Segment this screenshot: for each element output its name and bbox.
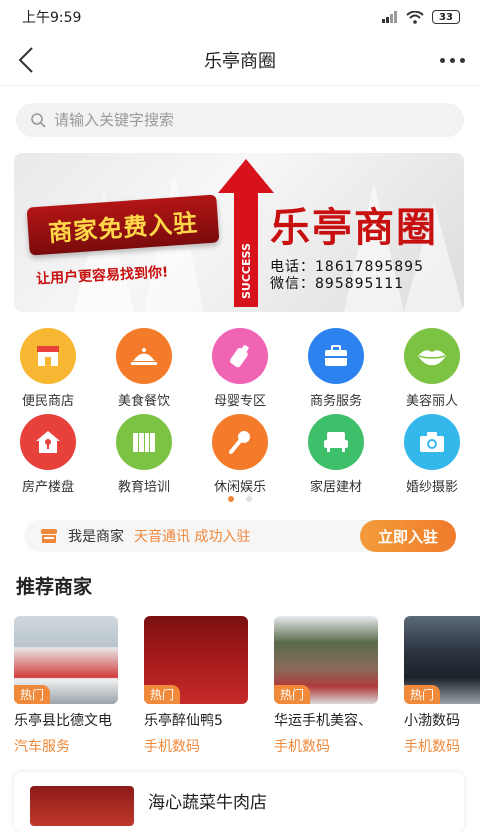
store-category: 汽车服务	[14, 739, 70, 755]
merchant-label: 我是商家	[68, 529, 124, 545]
category-icon-bg	[20, 328, 76, 384]
banner-phone: 电话：18617895895	[270, 259, 424, 275]
more-dot-icon	[459, 57, 465, 63]
wifi-icon	[406, 10, 424, 24]
nav-bar: 乐亭商圈	[0, 34, 480, 86]
store-image: 热门	[274, 616, 378, 704]
arrow-label: SUCCESS	[240, 243, 253, 299]
category-label: 母婴专区	[213, 394, 266, 409]
page-title: 乐亭商圈	[204, 50, 276, 72]
success-arrow-icon: SUCCESS	[218, 159, 274, 307]
search-bar[interactable]	[16, 103, 464, 137]
category-icon-bg	[404, 414, 460, 470]
category-icon-bg	[404, 328, 460, 384]
baby-bottle-icon	[229, 345, 249, 368]
hot-badge: 热门	[274, 685, 311, 704]
status-bar: 上午9:59 33	[0, 0, 480, 34]
store-card[interactable]: 热门 乐亭醉仙鸭5 手机数码	[144, 616, 248, 756]
category-icon-bg	[212, 328, 268, 384]
category-icon-bg	[116, 328, 172, 384]
category-item-realestate[interactable]: 房产楼盘	[0, 412, 96, 498]
category-item-beauty[interactable]: 美容丽人	[384, 326, 480, 412]
banner-contact: 电话：18617895895 微信：895895111	[270, 259, 424, 293]
store-name: 华运手机美容、	[274, 713, 372, 729]
back-arrow-icon	[18, 47, 33, 73]
section-title-recommend: 推荐商家	[16, 576, 93, 598]
search-icon	[31, 113, 46, 128]
category-item-convenience[interactable]: 便民商店	[0, 326, 96, 412]
sofa-icon	[324, 432, 348, 452]
lips-icon	[418, 350, 446, 366]
category-icon-bg	[212, 414, 268, 470]
store-icon	[37, 346, 59, 366]
category-item-home[interactable]: 家居建材	[288, 412, 384, 498]
dish-cover-icon	[131, 348, 157, 365]
store-category: 手机数码	[144, 739, 200, 755]
merchant-promo: 天音通讯 成功入驻	[134, 529, 251, 545]
store-card[interactable]: 热门 乐亭县比德文电 汽车服务	[14, 616, 118, 756]
hot-badge: 热门	[404, 685, 441, 704]
store-list-item[interactable]: 海心蔬菜牛肉店	[14, 772, 464, 832]
hot-badge: 热门	[14, 685, 51, 704]
microphone-icon	[229, 431, 250, 454]
store-thumbnail	[30, 786, 134, 826]
store-list-name: 海心蔬菜牛肉店	[148, 793, 267, 813]
store-image: 热门	[144, 616, 248, 704]
category-item-baby[interactable]: 母婴专区	[192, 326, 288, 412]
category-item-business[interactable]: 商务服务	[288, 326, 384, 412]
category-label: 商务服务	[309, 394, 362, 409]
books-icon	[133, 433, 155, 452]
category-label: 教育培训	[117, 480, 170, 495]
category-item-leisure[interactable]: 休闲娱乐	[192, 412, 288, 498]
category-item-wedding[interactable]: 婚纱摄影	[384, 412, 480, 498]
store-category: 手机数码	[274, 739, 330, 755]
banner-title: 乐亭商圈	[270, 204, 438, 251]
merchant-bar: 我是商家 天音通讯 成功入驻 立即入驻	[24, 520, 456, 552]
store-image: 热门	[14, 616, 118, 704]
banner-wechat: 微信：895895111	[270, 276, 405, 292]
house-icon	[36, 431, 60, 453]
status-time: 上午9:59	[22, 10, 82, 26]
page-dot[interactable]	[246, 496, 252, 502]
category-label: 婚纱摄影	[405, 480, 458, 495]
category-grid: 便民商店 美食餐饮 母婴专区 商务服务 美容丽人 房产楼盘 教育培训 休闲娱乐 …	[0, 326, 480, 498]
search-input[interactable]	[54, 111, 434, 129]
join-now-button[interactable]: 立即入驻	[360, 520, 456, 552]
recommended-store-list: 热门 乐亭县比德文电 汽车服务 热门 乐亭醉仙鸭5 手机数码 热门 华运手机美容…	[14, 616, 480, 756]
category-icon-bg	[116, 414, 172, 470]
back-button[interactable]	[8, 42, 44, 78]
store-name: 乐亭县比德文电	[14, 713, 112, 729]
category-item-food[interactable]: 美食餐饮	[96, 326, 192, 412]
store-name: 小渤数码	[404, 713, 460, 729]
category-icon-bg	[308, 328, 364, 384]
status-icons: 33	[382, 10, 460, 24]
store-card[interactable]: 热门 华运手机美容、 手机数码	[274, 616, 378, 756]
shop-icon	[41, 529, 57, 543]
more-dot-icon	[449, 57, 455, 63]
category-label: 美食餐饮	[117, 394, 170, 409]
category-label: 美容丽人	[405, 394, 458, 409]
battery-icon: 33	[432, 10, 460, 24]
category-label: 便民商店	[21, 394, 74, 409]
store-image: 热门	[404, 616, 480, 704]
hot-badge: 热门	[144, 685, 181, 704]
store-card[interactable]: 热门 小渤数码 手机数码	[404, 616, 480, 756]
promo-banner[interactable]: 商家免费入驻 让用户更容易找到你! SUCCESS 乐亭商圈 电话：186178…	[14, 153, 464, 312]
briefcase-icon	[325, 345, 347, 366]
category-item-education[interactable]: 教育培训	[96, 412, 192, 498]
category-label: 房产楼盘	[21, 480, 74, 495]
signal-icon	[382, 11, 397, 23]
category-icon-bg	[308, 414, 364, 470]
category-icon-bg	[20, 414, 76, 470]
store-name: 乐亭醉仙鸭5	[144, 713, 223, 729]
more-dot-icon	[439, 57, 445, 63]
category-label: 休闲娱乐	[213, 480, 266, 495]
camera-icon	[420, 432, 444, 452]
page-indicator	[0, 496, 480, 502]
store-category: 手机数码	[404, 739, 460, 755]
more-button[interactable]	[434, 42, 470, 78]
page-dot-active[interactable]	[228, 496, 234, 502]
category-label: 家居建材	[309, 480, 362, 495]
